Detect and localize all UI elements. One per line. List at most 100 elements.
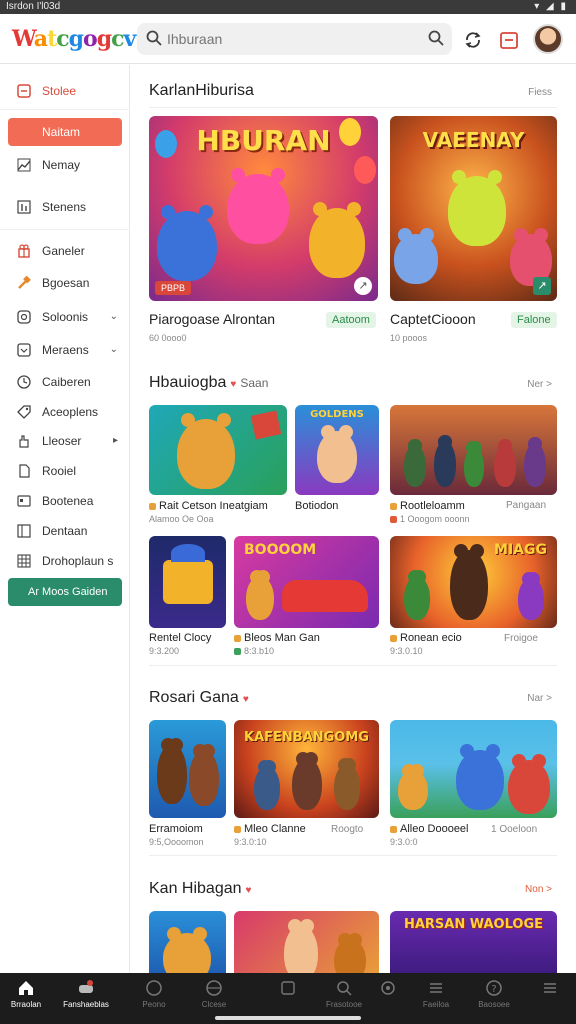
section-divider — [149, 665, 557, 666]
sidebar-item-bgoesan[interactable]: Bgoesan — [8, 269, 122, 297]
nav-label: Faeiloa — [422, 1000, 450, 1009]
game-tile[interactable] — [149, 405, 287, 495]
share-icon[interactable]: ↗ — [354, 277, 372, 295]
game-extra: 1 Ooeloon — [491, 824, 538, 835]
game-tile[interactable]: KAFENBANGOMG — [234, 720, 379, 818]
chevron-down-icon[interactable]: ⌄ — [110, 336, 118, 364]
nav-item-menu[interactable] — [524, 979, 576, 1000]
game-tag: Aatoom — [326, 312, 376, 328]
app-logo[interactable]: Watcgogcv — [12, 26, 136, 52]
sidebar-item-naitam[interactable]: Naitam — [8, 118, 122, 146]
section-title: Hbauiogba ♥ Saan — [149, 374, 269, 391]
sync-icon[interactable] — [462, 29, 484, 51]
game-name: Bleos Man Gan — [234, 632, 320, 644]
game-tile[interactable] — [390, 720, 557, 818]
section-more-link[interactable]: Nar > — [527, 693, 552, 704]
search-submit-icon[interactable] — [428, 30, 444, 46]
game-tile[interactable] — [390, 405, 557, 495]
calendar-icon[interactable] — [498, 29, 520, 51]
sidebar-item-stenens[interactable]: Stenens — [8, 193, 122, 221]
sidebar-item-caiberen[interactable]: Caiberen — [8, 368, 122, 396]
nav-item-layers[interactable] — [262, 979, 314, 1000]
sidebar-item-rooiel[interactable]: Rooiel — [8, 457, 122, 485]
layers-icon — [281, 981, 295, 995]
game-tile[interactable]: BOOOOM — [234, 536, 379, 628]
section-more-link[interactable]: Ner > — [527, 379, 552, 390]
sidebar-item-ganeler[interactable]: Ganeler — [8, 237, 122, 265]
game-tile[interactable] — [149, 536, 226, 628]
nav-item-baosoee[interactable]: ? Baosoee — [468, 979, 520, 1009]
help-icon: ? — [486, 980, 502, 996]
section-more-link[interactable]: Fiess — [528, 87, 552, 98]
character-art — [246, 570, 274, 620]
nav-item-faeiloa[interactable]: Faeiloa — [410, 979, 462, 1009]
sign-art — [250, 410, 282, 440]
game-tag: Falone — [511, 312, 557, 328]
sidebar-item-meraens[interactable]: Meraens ⌄ — [8, 336, 122, 364]
game-tile[interactable]: HARSAN WAOLOGE — [390, 911, 557, 973]
game-tile[interactable]: GOLDENS — [295, 405, 379, 495]
character-art — [394, 228, 438, 284]
sidebar-item-soloonis[interactable]: Soloonis ⌄ — [8, 303, 122, 331]
game-name: Piarogoase Alrontan — [149, 311, 276, 327]
sidebar-cta-button[interactable]: Ar Moos Gaiden — [8, 578, 122, 606]
featured-game-card[interactable]: HBURAN PBPB ↗ — [149, 116, 378, 301]
character-art — [464, 441, 484, 487]
character-art — [434, 435, 456, 487]
car-art — [282, 580, 368, 612]
sidebar-item-lleoser[interactable]: Lleoser ▸ — [8, 427, 122, 455]
game-name: Rait Cetson Ineatgiam — [149, 500, 268, 512]
search-input[interactable] — [167, 29, 417, 49]
sidebar-item-drohoplaun[interactable]: Drohoplaun s — [8, 547, 122, 575]
game-tile[interactable] — [234, 911, 379, 973]
game-extra: Froigoe — [504, 633, 538, 644]
globe-icon — [146, 980, 162, 996]
sidebar-item-nemay[interactable]: Nemay — [8, 151, 122, 179]
sidebar-item-stolee[interactable]: Stolee — [8, 77, 122, 105]
character-art — [163, 927, 211, 973]
sidebar-item-dentaan[interactable]: Dentaan — [8, 517, 122, 545]
nav-item-clcese[interactable]: Clcese — [188, 979, 240, 1009]
featured-game-card[interactable]: VAEENAY ↗ — [390, 116, 557, 301]
nav-item-peono[interactable]: Peono — [128, 979, 180, 1009]
sidebar-item-aceoplens[interactable]: Aceoplens — [8, 398, 122, 426]
square-icon — [17, 343, 31, 357]
character-art — [177, 413, 235, 489]
home-indicator[interactable] — [215, 1016, 361, 1020]
nav-label: Clcese — [201, 1000, 227, 1009]
sidebar-item-bootenea[interactable]: Bootenea — [8, 487, 122, 515]
game-tile[interactable] — [149, 911, 226, 973]
status-dot — [234, 634, 241, 642]
character-art — [448, 170, 506, 246]
character-art — [309, 202, 365, 278]
search-bar[interactable] — [137, 23, 452, 55]
game-name: Mleo Clanne — [234, 823, 306, 835]
sidebar-item-label: Bgoesan — [42, 276, 90, 290]
nav-item-games[interactable]: Fanshaeblas — [60, 979, 112, 1009]
game-tile[interactable]: MIAGG — [390, 536, 557, 628]
game-name: Rootleloamm — [390, 500, 465, 512]
status-dot — [390, 516, 397, 524]
status-icons: ▾ ◢ ▮ — [534, 1, 568, 12]
character-art — [189, 744, 219, 806]
chevron-right-icon[interactable]: ▸ — [113, 427, 118, 455]
section-more-link[interactable]: Non > — [525, 884, 552, 895]
robot-art — [171, 544, 205, 562]
share-icon[interactable]: ↗ — [533, 277, 551, 295]
status-dot — [234, 648, 241, 656]
chevron-down-icon[interactable]: ⌄ — [110, 303, 118, 331]
tile-art-title: KAFENBANGOMG — [244, 730, 369, 745]
doc-icon — [19, 464, 30, 478]
nav-item-home[interactable]: Brraolan — [0, 979, 52, 1009]
heart-icon: ♥ — [245, 885, 252, 896]
nav-label: Peono — [142, 1000, 166, 1009]
game-tile[interactable] — [149, 720, 226, 818]
section-title: Rosari Gana ♥ — [149, 689, 249, 706]
user-avatar[interactable] — [533, 24, 563, 54]
square-minus-icon — [17, 84, 31, 98]
game-meta: 9:3.0:10 — [234, 837, 267, 847]
character-art — [157, 205, 217, 281]
nav-item-settings[interactable] — [362, 979, 414, 1000]
game-name: Alleo Doooeel — [390, 823, 469, 835]
tag-icon — [17, 405, 31, 419]
